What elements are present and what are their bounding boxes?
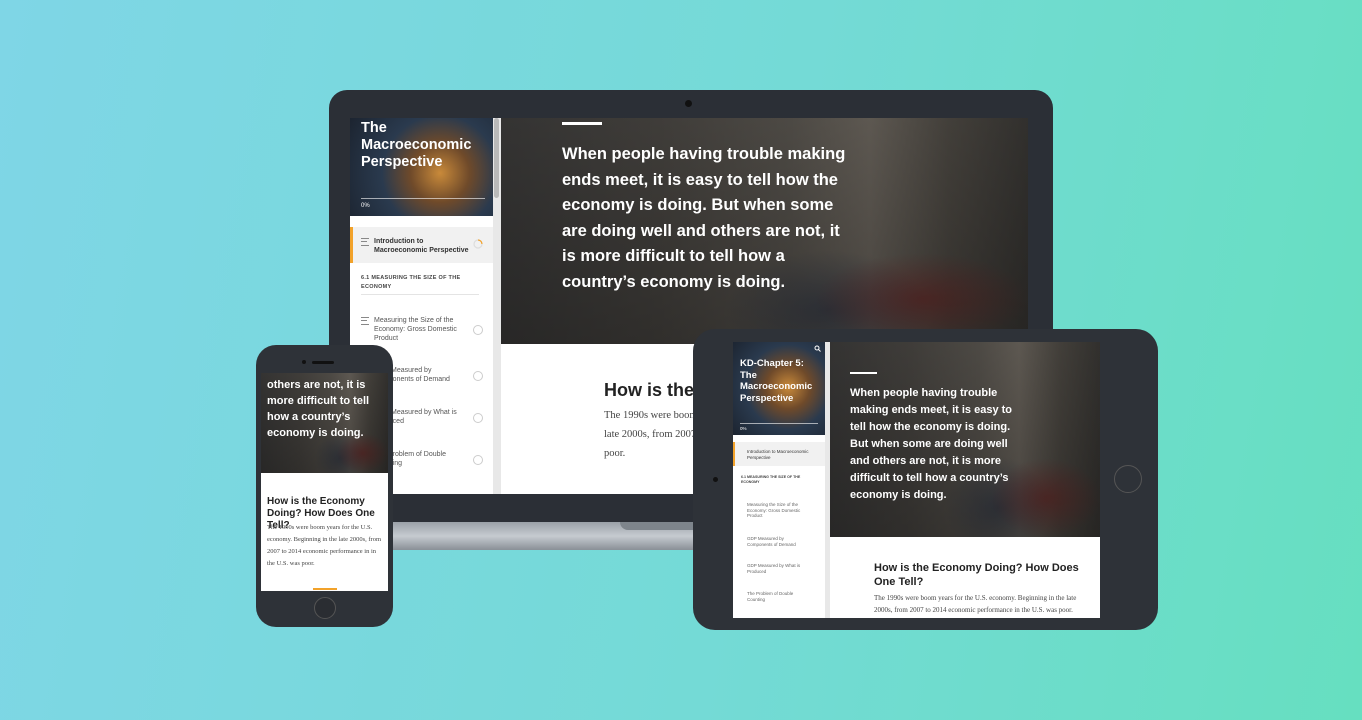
tablet-sidebar-item-introduction[interactable]: Introduction to Macroeconomic Perspectiv…	[747, 449, 809, 461]
tablet-progress-bar	[740, 423, 818, 424]
phone-camera	[302, 360, 306, 364]
hero-photo: When people having trouble making ends m…	[501, 118, 1028, 344]
sidebar-hero: The Macroeconomic Perspective 0%	[350, 118, 493, 216]
tablet-sidebar: KD-Chapter 5: The Macroeconomic Perspect…	[733, 342, 825, 618]
tablet-sidebar-item-gdp-demand[interactable]: GDP Measured by Components of Demand	[747, 536, 807, 547]
tablet-screen: KD-Chapter 5: The Macroeconomic Perspect…	[733, 342, 1100, 618]
sidebar-item-measuring-gdp[interactable]: Measuring the Size of the Economy: Gross…	[374, 316, 464, 343]
active-indicator	[350, 227, 353, 263]
tablet-course-title: KD-Chapter 5: The Macroeconomic Perspect…	[740, 358, 813, 404]
progress-bar	[361, 198, 485, 199]
tablet-section-body: The 1990s were boom years for the U.S. e…	[874, 594, 1077, 614]
tablet-section-heading: How is the Economy Doing? How Does One T…	[874, 562, 1079, 588]
section-divider	[361, 294, 479, 295]
menu-lines-icon	[361, 317, 369, 325]
course-title: The Macroeconomic Perspective	[361, 120, 472, 170]
tablet-quote-rule	[850, 372, 877, 374]
laptop-camera	[685, 100, 692, 107]
phone-hero-quote: others are not, it is more difficult to …	[267, 379, 370, 439]
circle-status-icon	[473, 371, 483, 381]
progress-ring-icon	[473, 239, 483, 249]
quote-rule	[562, 122, 602, 125]
tablet-sidebar-item-measuring-gdp[interactable]: Measuring the Size of the Economy: Gross…	[747, 502, 807, 519]
phone-hero-photo: others are not, it is more difficult to …	[261, 373, 388, 473]
tablet-sidebar-section-6-1[interactable]: 6.1 MEASURING THE SIZE OF THE ECONOMY	[741, 475, 813, 485]
search-icon[interactable]	[814, 345, 821, 352]
circle-status-icon	[473, 455, 483, 465]
phone-home-button[interactable]	[314, 597, 336, 619]
tablet-sidebar-hero: KD-Chapter 5: The Macroeconomic Perspect…	[733, 342, 825, 435]
tablet-progress-text: 0%	[740, 426, 747, 431]
phone-progress-indicator	[313, 588, 337, 590]
phone-speaker	[312, 361, 334, 364]
circle-status-icon	[473, 413, 483, 423]
sidebar-section-6-1[interactable]: 6.1 MEASURING THE SIZE OF THE ECONOMY	[361, 274, 476, 292]
tablet-active-indicator	[733, 442, 735, 466]
tablet-home-button[interactable]	[1114, 465, 1142, 493]
sidebar-item-introduction[interactable]: Introduction to Macroeconomic Perspectiv…	[374, 237, 469, 255]
hero-quote: When people having trouble making ends m…	[562, 145, 846, 291]
tablet-sidebar-item-gdp-produced[interactable]: GDP Measured by What is Produced	[747, 563, 807, 574]
tablet-hero-quote: When people having trouble making ends m…	[850, 387, 1013, 501]
phone-screen: others are not, it is more difficult to …	[261, 373, 388, 591]
sidebar-scroll-thumb[interactable]	[494, 118, 499, 198]
circle-status-icon	[473, 325, 483, 335]
tablet-sidebar-item-double-counting[interactable]: The Problem of Double Counting	[747, 591, 807, 602]
phone-section-body: The 1990s were boom years for the U.S. e…	[267, 524, 382, 567]
menu-lines-icon	[361, 238, 369, 246]
tablet-camera	[713, 477, 718, 482]
tablet-hero-photo: When people having trouble making ends m…	[830, 342, 1100, 537]
progress-text: 0%	[361, 203, 370, 209]
